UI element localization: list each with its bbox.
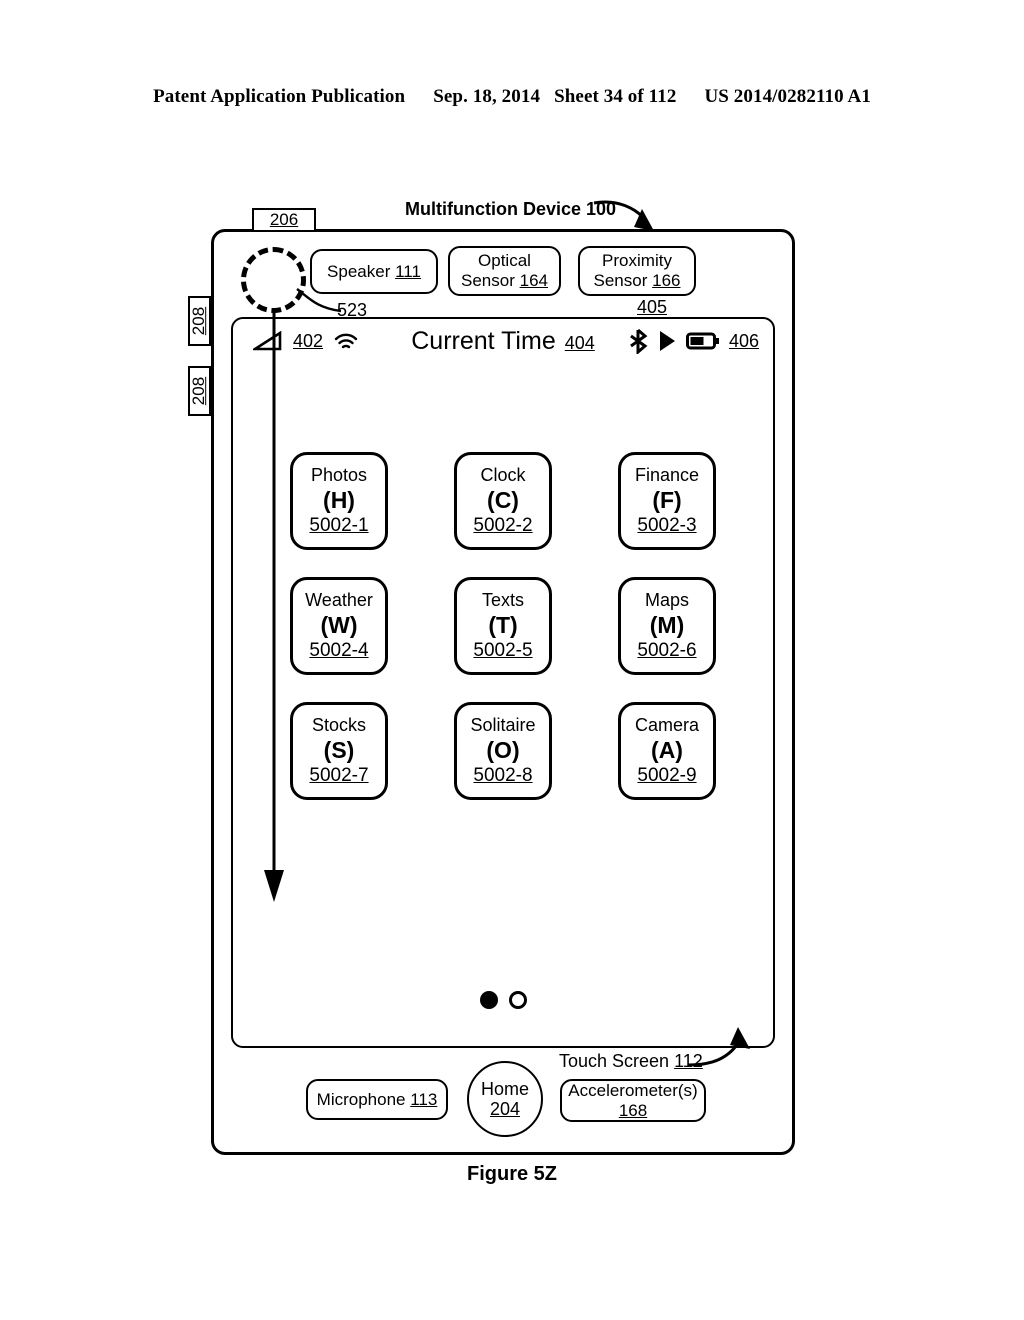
page-dot-inactive[interactable] (508, 991, 527, 1009)
app-ref: 5002-6 (637, 640, 697, 661)
microphone-label: Microphone (316, 1089, 406, 1109)
optical-sensor-component: Optical Sensor 164 (448, 246, 561, 296)
page-indicator[interactable] (233, 991, 773, 1009)
battery-ref: 406 (728, 330, 759, 351)
app-label: Maps (644, 590, 689, 610)
app-ref: 5002-1 (309, 515, 369, 536)
gesture-ref-523: 523 (337, 300, 368, 320)
app-label: Weather (305, 590, 373, 610)
microphone-component: Microphone 113 (306, 1079, 448, 1120)
app-label: Solitaire (470, 715, 536, 735)
power-button-206[interactable]: 206 (252, 208, 316, 232)
app-label: Finance (634, 465, 700, 485)
touch-screen-label: Touch Screen (559, 1051, 670, 1071)
current-time-label: Current Time (411, 326, 556, 355)
app-letter: (M) (649, 612, 685, 638)
accelerometer-label: Accelerometer(s) (568, 1080, 698, 1100)
figure-caption: Figure 5Z (466, 1163, 557, 1185)
page-dot-active[interactable] (479, 991, 498, 1009)
app-row-3: Stocks (S) 5002-7 Solitaire (O) 5002-8 C… (233, 702, 773, 800)
accelerometer-component: Accelerometer(s) 168 (560, 1079, 706, 1122)
app-ref: 5002-7 (309, 765, 369, 786)
device-title: Multifunction Device 100 (405, 199, 617, 219)
patent-header: Patent Application Publication Sep. 18, 2… (0, 86, 1024, 108)
bluetooth-icon (630, 328, 648, 354)
side-button-208-upper[interactable]: 208 (188, 296, 211, 346)
app-letter: (T) (488, 612, 518, 638)
app-letter: (H) (323, 487, 355, 513)
touch-screen-arrow-icon (687, 1027, 750, 1067)
app-letter: (F) (652, 487, 682, 513)
app-row-2: Weather (W) 5002-4 Texts (T) 5002-5 Maps… (233, 577, 773, 675)
app-letter: (W) (320, 612, 358, 638)
device-title-arrow-icon (593, 200, 654, 231)
home-button-label: Home (480, 1078, 529, 1099)
app-label: Camera (634, 715, 700, 735)
wifi-icon (334, 333, 358, 349)
microphone-ref: 113 (410, 1089, 438, 1109)
current-time-ref: 404 (564, 332, 595, 353)
power-button-ref: 206 (269, 210, 299, 229)
status-bar-ref-405: 405 (637, 297, 668, 317)
publication-date: Sep. 18, 2014 (433, 86, 541, 107)
accelerometer-ref: 168 (618, 1100, 648, 1120)
speaker-label: Speaker (327, 261, 391, 281)
proximity-sensor-label-line2: Sensor (593, 271, 648, 290)
app-label: Clock (480, 465, 526, 485)
app-ref: 5002-4 (309, 640, 369, 661)
optical-sensor-ref: 164 (519, 271, 548, 290)
optical-sensor-label-line1: Optical (478, 251, 531, 271)
app-letter: (C) (487, 487, 519, 513)
sheet-number: Sheet 34 of 112 (554, 86, 677, 107)
app-icon-maps[interactable]: Maps (M) 5002-6 (618, 577, 716, 675)
proximity-sensor-label-line1: Proximity (602, 251, 672, 271)
app-label: Stocks (311, 715, 367, 735)
proximity-sensor-component: Proximity Sensor 166 (578, 246, 696, 296)
side-button-upper-ref: 208 (189, 306, 209, 336)
touch-screen-display[interactable]: 402 Current Time 404 406 Photos (H) 5002… (231, 317, 775, 1048)
optical-sensor-label-line2: Sensor (461, 271, 515, 290)
battery-icon (685, 332, 719, 350)
app-row-1: Photos (H) 5002-1 Clock (C) 5002-2 Finan… (233, 452, 773, 550)
speaker-ref: 111 (395, 261, 421, 281)
app-icon-weather[interactable]: Weather (W) 5002-4 (290, 577, 388, 675)
drag-gesture-arrow-icon (264, 308, 284, 902)
signal-ref: 402 (293, 330, 324, 351)
app-letter: (O) (486, 737, 520, 763)
app-icon-finance[interactable]: Finance (F) 5002-3 (618, 452, 716, 550)
app-icon-solitaire[interactable]: Solitaire (O) 5002-8 (454, 702, 552, 800)
touch-screen-callout: Touch Screen 112 (559, 1051, 703, 1072)
home-button-ref: 204 (489, 1099, 521, 1119)
proximity-sensor-ref: 166 (652, 271, 681, 290)
side-button-lower-ref: 208 (189, 376, 209, 406)
app-ref: 5002-5 (473, 640, 533, 661)
play-icon (659, 331, 675, 351)
app-icon-photos[interactable]: Photos (H) 5002-1 (290, 452, 388, 550)
app-ref: 5002-9 (637, 765, 697, 786)
app-ref: 5002-2 (473, 515, 533, 536)
home-button[interactable]: Home 204 (467, 1061, 543, 1137)
side-button-208-lower[interactable]: 208 (188, 366, 211, 416)
app-label: Texts (481, 590, 524, 610)
status-bar: 402 Current Time 404 406 (233, 319, 773, 363)
app-letter: (A) (651, 737, 683, 763)
app-icon-texts[interactable]: Texts (T) 5002-5 (454, 577, 552, 675)
publication-type: Patent Application Publication (153, 86, 406, 107)
app-ref: 5002-3 (637, 515, 697, 536)
patent-number: US 2014/0282110 A1 (704, 86, 871, 107)
app-label: Photos (310, 465, 368, 485)
app-icon-stocks[interactable]: Stocks (S) 5002-7 (290, 702, 388, 800)
app-icon-grid: Photos (H) 5002-1 Clock (C) 5002-2 Finan… (233, 452, 773, 827)
app-letter: (S) (323, 737, 355, 763)
app-ref: 5002-8 (473, 765, 533, 786)
app-icon-clock[interactable]: Clock (C) 5002-2 (454, 452, 552, 550)
app-icon-camera[interactable]: Camera (A) 5002-9 (618, 702, 716, 800)
